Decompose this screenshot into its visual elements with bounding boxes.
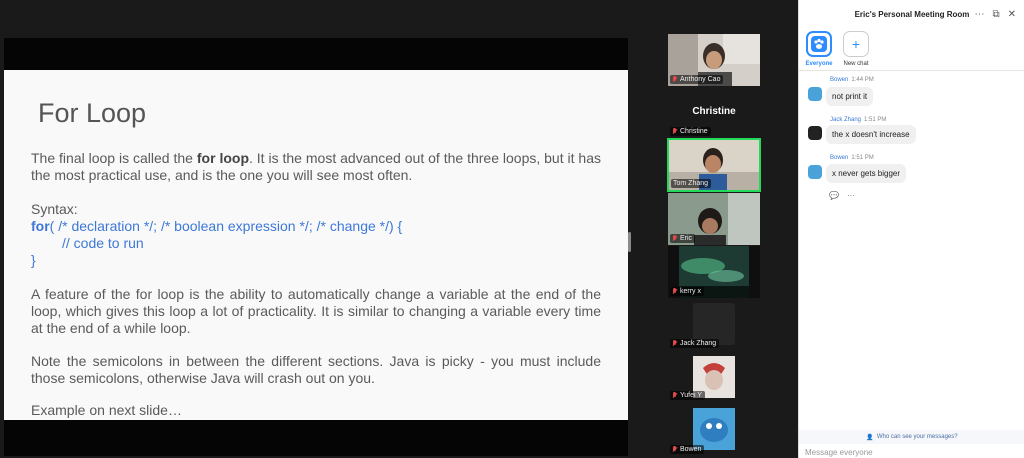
reply-icon[interactable]: 💬: [829, 191, 839, 200]
code-line-2: // code to run: [62, 235, 144, 251]
pop-out-icon[interactable]: ⧉: [992, 9, 999, 20]
muted-mic-icon: [672, 340, 678, 347]
message-meta: Bowen 1:44 PM: [830, 77, 874, 83]
participant-name-label: Eric: [670, 234, 696, 243]
chat-header-controls: ⋯ ⧉ ✕: [974, 9, 1016, 20]
shared-screen: For Loop The final loop is called the fo…: [4, 38, 628, 456]
chat-message: not print it: [826, 87, 874, 106]
slide-title: For Loop: [38, 98, 147, 128]
new-chat-button[interactable]: +: [843, 31, 869, 57]
paw-icon: [811, 36, 827, 52]
muted-mic-icon: [672, 446, 678, 453]
participant-display-name: Christine: [692, 106, 736, 117]
message-actions: 💬 ⋯: [829, 191, 855, 200]
participant-tile-eric[interactable]: Eric: [668, 193, 760, 245]
participant-name-label: Anthony Cao: [670, 75, 724, 84]
zoom-meeting-window: For Loop The final loop is called the fo…: [0, 0, 1024, 458]
message-input[interactable]: Message everyone: [805, 448, 873, 457]
tab-new-chat-label[interactable]: New chat: [836, 61, 876, 67]
muted-mic-icon: [672, 235, 678, 242]
muted-mic-icon: [672, 288, 678, 295]
participant-name-label: kerry x: [670, 287, 704, 296]
person-icon: 👤: [866, 434, 874, 441]
muted-mic-icon: [672, 76, 678, 83]
code-line-1: for( /* declaration */; /* boolean expre…: [31, 218, 403, 234]
participant-tile-christine[interactable]: Christine: [668, 125, 760, 137]
syntax-label: Syntax:: [31, 201, 78, 217]
participant-tile-jack-zhang[interactable]: Jack Zhang: [668, 300, 760, 350]
slide-intro-paragraph: The final loop is called the for loop. I…: [31, 150, 601, 183]
chat-message: x never gets bigger: [826, 164, 907, 183]
participant-name-label: Jack Zhang: [670, 339, 720, 348]
close-icon[interactable]: ✕: [1008, 9, 1016, 20]
everyone-tab-button[interactable]: [806, 31, 832, 57]
visibility-note[interactable]: 👤 Who can see your messages?: [799, 430, 1024, 444]
tab-everyone-label[interactable]: Everyone: [799, 61, 839, 67]
participant-tile-anthony-cao[interactable]: Anthony Cao: [668, 34, 760, 86]
divider: [799, 70, 1024, 71]
more-options-icon[interactable]: ⋯: [974, 9, 984, 20]
avatar: [808, 87, 822, 101]
message-meta: Bowen 1:51 PM: [830, 155, 874, 161]
slide-paragraph-2: A feature of the for loop is the ability…: [31, 286, 601, 336]
more-icon[interactable]: ⋯: [847, 191, 855, 200]
panel-resize-handle[interactable]: [628, 232, 631, 252]
slide-paragraph-4: Example on next slide…: [31, 402, 182, 418]
code-line-3: }: [31, 252, 36, 268]
participant-name-label: Christine: [670, 127, 711, 136]
participant-name-label: Yufei Y: [670, 391, 706, 400]
avatar: [808, 126, 822, 140]
participant-tile-tom-zhang[interactable]: Tom Zhang: [667, 138, 761, 192]
participant-name-label: Bowen: [670, 445, 705, 454]
participant-tile-kerry-x[interactable]: kerry x: [668, 246, 760, 298]
muted-mic-icon: [672, 128, 678, 135]
participant-tile-bowen[interactable]: Bowen: [668, 406, 760, 456]
participant-tile-yufei-y[interactable]: Yufei Y: [668, 354, 760, 402]
chat-message: the x doesn't increase: [826, 125, 916, 144]
message-meta: Jack Zhang 1:51 PM: [830, 117, 887, 123]
chat-panel: Eric's Personal Meeting Room ⋯ ⧉ ✕ Every…: [798, 0, 1024, 458]
participant-name-label: Tom Zhang: [671, 179, 712, 188]
slide-paragraph-3: Note the semicolons in between the diffe…: [31, 353, 601, 386]
plus-icon: +: [851, 36, 861, 52]
avatar: [808, 165, 822, 179]
muted-mic-icon: [672, 392, 678, 399]
presentation-slide: For Loop The final loop is called the fo…: [4, 70, 628, 420]
